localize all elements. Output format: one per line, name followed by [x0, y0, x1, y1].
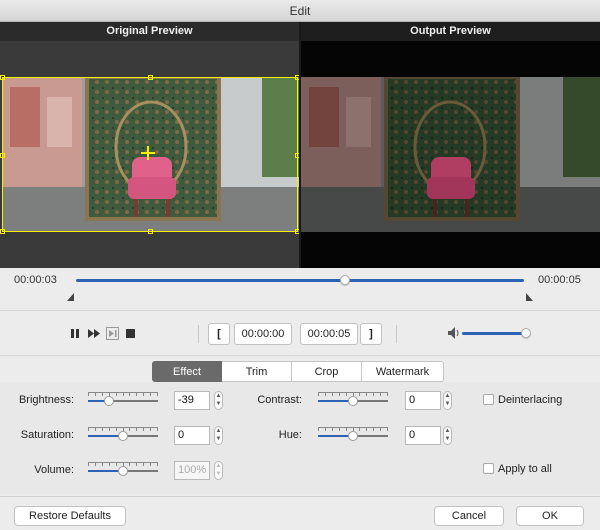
- start-time-field[interactable]: 00:00:00: [234, 323, 292, 345]
- volume-effect-slider[interactable]: [88, 462, 158, 478]
- saturation-label: Saturation:: [20, 429, 74, 441]
- slider-ticks: [88, 392, 158, 396]
- output-preview-pane: Output Preview: [301, 22, 600, 268]
- saturation-field[interactable]: 0: [174, 426, 210, 445]
- tab-effect[interactable]: Effect: [152, 361, 222, 382]
- separator: [198, 325, 199, 343]
- brightness-field[interactable]: -39: [174, 391, 210, 410]
- slider-knob[interactable]: [118, 466, 128, 476]
- speaker-icon[interactable]: [448, 327, 461, 339]
- stop-icon[interactable]: [126, 329, 135, 338]
- ok-button[interactable]: OK: [516, 506, 584, 526]
- playback-controls: [ 00:00:00 00:00:05 ]: [0, 310, 600, 356]
- tab-watermark[interactable]: Watermark: [362, 361, 444, 382]
- set-start-button[interactable]: [: [208, 323, 230, 345]
- deinterlacing-label: Deinterlacing: [498, 394, 563, 406]
- contrast-field[interactable]: 0: [405, 391, 441, 410]
- slider-rest: [353, 435, 388, 437]
- edit-tabs: Effect Trim Crop Watermark: [152, 361, 444, 382]
- set-end-button[interactable]: ]: [360, 323, 382, 345]
- output-video-frame: [301, 77, 600, 232]
- hue-field[interactable]: 0: [405, 426, 441, 445]
- slider-rest: [353, 400, 388, 402]
- original-preview-label: Original Preview: [0, 22, 299, 41]
- timeline: 00:00:03 00:00:05: [0, 268, 600, 310]
- trim-start-marker[interactable]: [67, 292, 75, 301]
- trim-end-marker[interactable]: [525, 292, 533, 301]
- total-time: 00:00:05: [538, 274, 581, 286]
- window-title: Edit: [0, 0, 600, 22]
- restore-defaults-button[interactable]: Restore Defaults: [14, 506, 126, 526]
- slider-rest: [123, 435, 158, 437]
- hue-slider[interactable]: [318, 427, 388, 443]
- end-time-field[interactable]: 00:00:05: [300, 323, 358, 345]
- volume-field: 100%: [174, 461, 210, 480]
- tab-trim[interactable]: Trim: [222, 361, 292, 382]
- hue-label: Hue:: [278, 429, 302, 441]
- apply-to-all-label: Apply to all: [498, 463, 552, 475]
- volume-slider-track[interactable]: [462, 332, 528, 335]
- timeline-playhead[interactable]: [339, 275, 350, 285]
- pause-icon[interactable]: [70, 328, 80, 339]
- volume-slider-knob[interactable]: [521, 328, 532, 338]
- timeline-track[interactable]: [76, 279, 524, 282]
- crosshair-icon: [141, 146, 155, 160]
- separator: [396, 325, 397, 343]
- slider-knob[interactable]: [118, 431, 128, 441]
- edit-window: Edit Original Preview Output Preview 00:…: [0, 0, 600, 530]
- effect-settings-panel: Brightness: -39 ▲ ▼ Contrast: 0 ▲ ▼ Deinte…: [0, 382, 600, 494]
- saturation-slider[interactable]: [88, 427, 158, 443]
- slider-rest: [123, 470, 158, 472]
- next-frame-icon[interactable]: [88, 328, 100, 339]
- output-preview-label: Output Preview: [301, 22, 600, 41]
- dialog-footer: Restore Defaults Cancel OK: [0, 496, 600, 530]
- contrast-label: Contrast:: [257, 394, 302, 406]
- contrast-slider[interactable]: [318, 392, 388, 408]
- slider-knob[interactable]: [104, 396, 114, 406]
- step-icon[interactable]: [106, 327, 119, 340]
- slider-knob[interactable]: [348, 431, 358, 441]
- apply-to-all-checkbox[interactable]: [483, 463, 494, 474]
- contrast-stepper[interactable]: ▲ ▼: [443, 391, 452, 410]
- current-time: 00:00:03: [14, 274, 57, 286]
- volume-label: Volume:: [34, 464, 74, 476]
- tab-crop[interactable]: Crop: [292, 361, 362, 382]
- preview-area: Original Preview Output Preview: [0, 22, 600, 268]
- slider-knob[interactable]: [348, 396, 358, 406]
- brightness-slider[interactable]: [88, 392, 158, 408]
- hue-stepper[interactable]: ▲ ▼: [443, 426, 452, 445]
- cancel-button[interactable]: Cancel: [434, 506, 504, 526]
- brightness-label: Brightness:: [18, 394, 74, 406]
- slider-rest: [109, 400, 158, 402]
- deinterlacing-checkbox[interactable]: [483, 394, 494, 405]
- original-preview-pane: Original Preview: [0, 22, 299, 268]
- volume-stepper: ▲ ▼: [214, 461, 223, 480]
